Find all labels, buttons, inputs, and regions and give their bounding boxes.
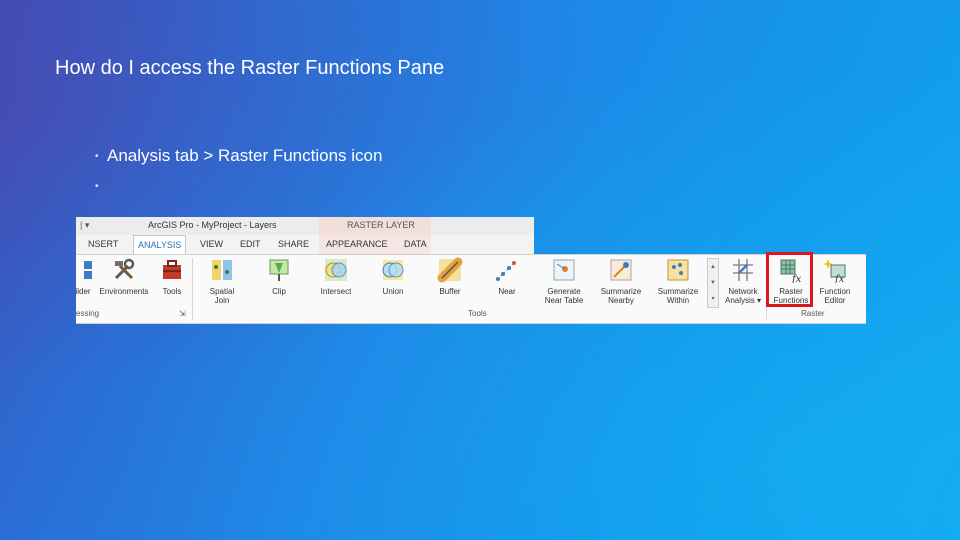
ribbon-tabs: NSERT ANALYSIS VIEW EDIT SHARE APPEARANC…	[76, 235, 534, 254]
group-label-geoprocessing: essing	[76, 309, 100, 318]
group-label-raster: Raster	[801, 309, 825, 318]
window-title: ArcGIS Pro - MyProject - Layers	[148, 220, 277, 230]
tool-label: Clip	[272, 287, 286, 296]
tool-label: Summarize Nearby	[600, 287, 642, 305]
quick-access-toolbar[interactable]: | ▾	[80, 220, 89, 231]
tool-label: Function Editor	[819, 287, 851, 305]
buffer-icon	[437, 257, 463, 283]
tool-label: Union	[382, 287, 404, 296]
tool-label: Spatial Join	[209, 287, 235, 305]
near-table-icon	[553, 259, 575, 281]
intersect-button[interactable]: Intersect	[311, 257, 361, 296]
bullet-item-empty: •	[95, 175, 382, 197]
tools-button[interactable]: Tools	[147, 257, 197, 296]
generate-near-table-button[interactable]: Generate Near Table	[539, 257, 589, 305]
raster-functions-highlight-box	[766, 252, 813, 307]
function-editor-icon: fx	[823, 259, 846, 285]
tool-label: Generate Near Table	[544, 287, 584, 305]
tab-appearance[interactable]: APPEARANCE	[326, 239, 388, 249]
group-separator	[192, 258, 193, 320]
modelbuilder-icon	[84, 261, 92, 279]
contextual-title: RASTER LAYER	[347, 220, 415, 230]
bullet-list: • Analysis tab > Raster Functions icon •	[95, 145, 382, 197]
summarize-nearby-icon	[610, 259, 632, 281]
environments-button[interactable]: Environments	[99, 257, 149, 296]
toolbox-icon	[163, 260, 181, 279]
tool-label: Buffer	[439, 287, 461, 296]
summarize-nearby-button[interactable]: Summarize Nearby	[596, 257, 646, 305]
ribbon-panel: ilder Environments Tools essing ⇲ Spatia…	[75, 254, 866, 324]
near-icon	[496, 261, 516, 281]
bullet-text: Analysis tab > Raster Functions icon	[107, 146, 383, 165]
spatial-join-icon	[212, 260, 232, 280]
dialog-launcher-icon[interactable]: ⇲	[179, 309, 186, 318]
intersect-icon	[325, 259, 347, 281]
contextual-tab-header: RASTER LAYER	[319, 217, 431, 235]
group-label-tools: Tools	[468, 309, 487, 318]
union-icon	[382, 260, 404, 280]
bullet-dot: •	[95, 150, 99, 162]
slide-title: How do I access the Raster Functions Pan…	[55, 57, 445, 79]
tab-share[interactable]: SHARE	[278, 239, 309, 249]
bullet-item: • Analysis tab > Raster Functions icon	[95, 145, 382, 167]
bullet-dot: •	[95, 180, 99, 192]
tab-insert[interactable]: NSERT	[88, 239, 118, 249]
ribbon-screenshot: | ▾ ArcGIS Pro - MyProject - Layers RAST…	[75, 217, 866, 324]
tool-label: Near	[498, 287, 516, 296]
union-button[interactable]: Union	[368, 257, 418, 296]
tool-label: Tools	[162, 287, 182, 296]
tool-label: Network Analysis ▾	[724, 287, 762, 305]
tab-edit[interactable]: EDIT	[240, 239, 261, 249]
tool-label: Environments	[99, 287, 149, 296]
tool-label: Intersect	[320, 287, 352, 296]
wrench-hammer-icon	[114, 258, 135, 280]
network-analysis-button[interactable]: Network Analysis ▾	[718, 257, 768, 305]
tab-analysis[interactable]: ANALYSIS	[133, 235, 187, 254]
near-button[interactable]: Near	[482, 257, 532, 296]
spatial-join-button[interactable]: Spatial Join	[197, 257, 247, 305]
summarize-within-button[interactable]: Summarize Within	[653, 257, 703, 305]
function-editor-button[interactable]: fx Function Editor	[810, 257, 860, 305]
tab-data[interactable]: DATA	[404, 239, 427, 249]
tab-view[interactable]: VIEW	[200, 239, 223, 249]
summarize-within-icon	[667, 259, 689, 281]
buffer-button[interactable]: Buffer	[425, 257, 475, 296]
window-titlebar: | ▾ ArcGIS Pro - MyProject - Layers RAST…	[76, 217, 534, 236]
clip-icon	[269, 259, 289, 281]
tool-label: Summarize Within	[657, 287, 699, 305]
svg-text:fx: fx	[834, 274, 845, 283]
network-analysis-icon	[733, 259, 753, 281]
clip-button[interactable]: Clip	[254, 257, 304, 296]
